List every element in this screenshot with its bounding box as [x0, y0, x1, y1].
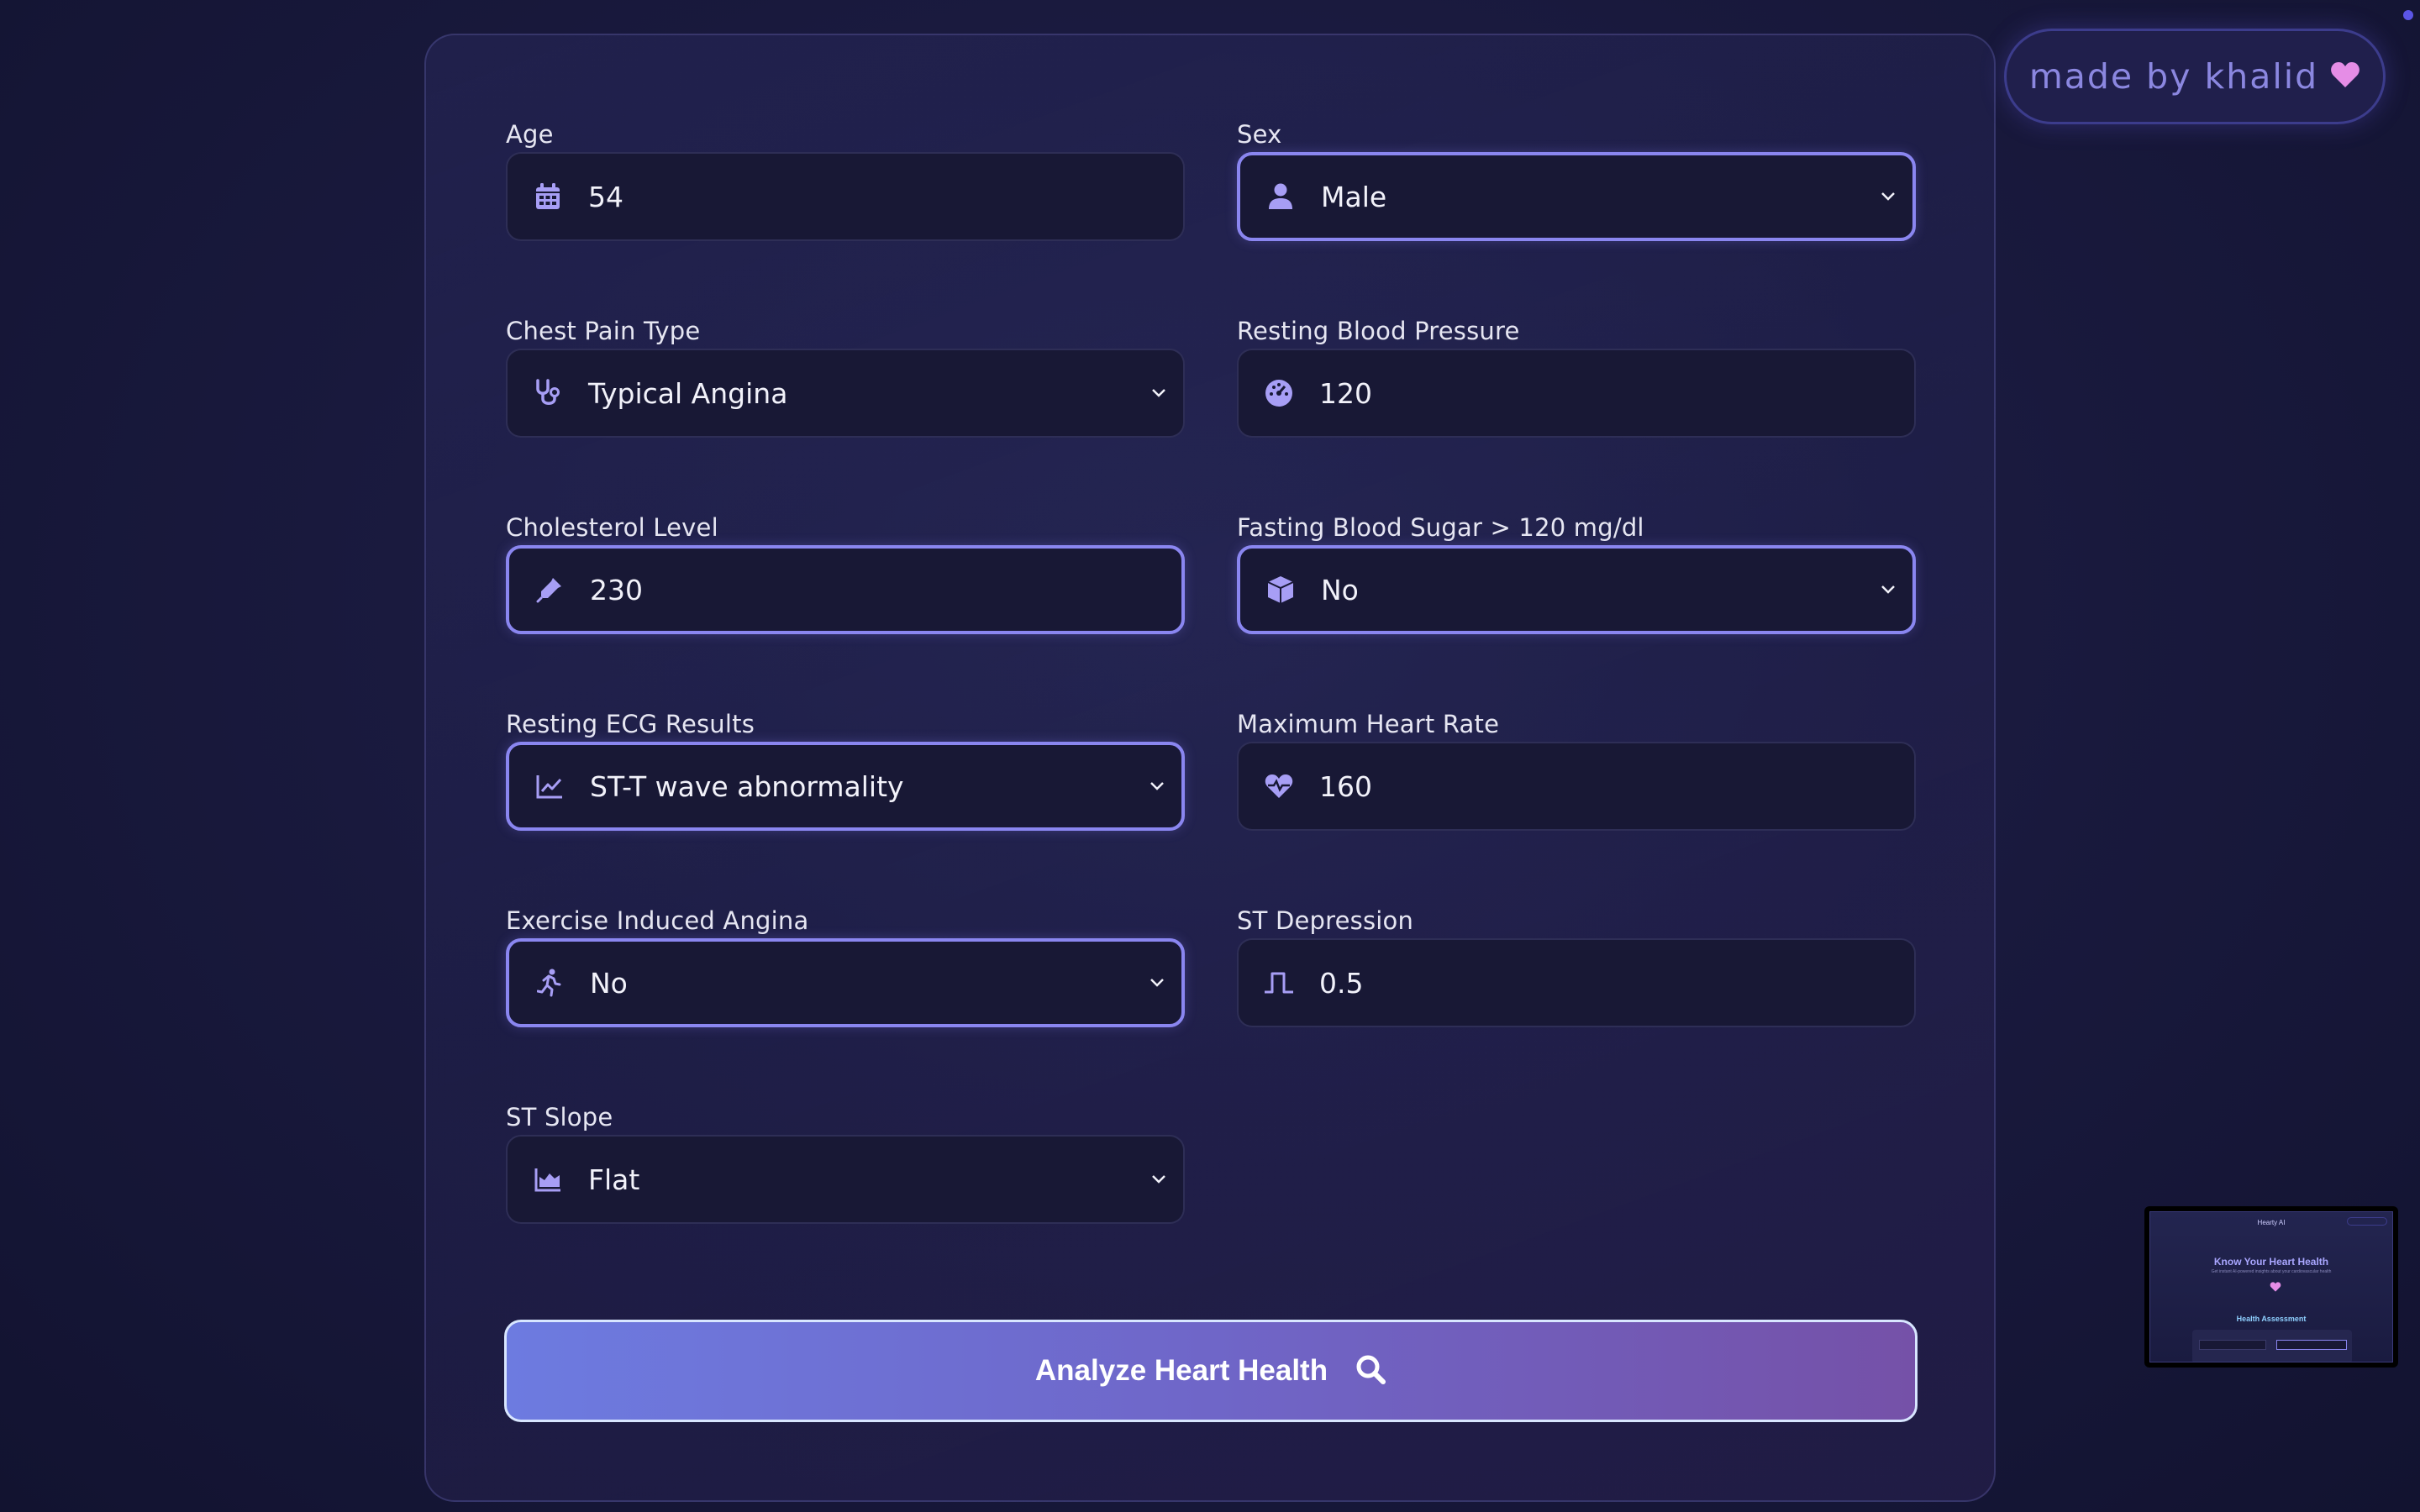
analyze-button-label: Analyze Heart Health [1034, 1354, 1328, 1387]
cholesterol-field: Cholesterol Level 230 [506, 511, 1185, 634]
heart-pulse-icon [1264, 771, 1294, 801]
cholesterol-value: 230 [590, 573, 643, 606]
st-depression-field: ST Depression 0.5 [1237, 904, 1916, 1027]
stethoscope-icon [533, 378, 563, 408]
thumbnail-section-title: Health Assessment [2236, 1315, 2307, 1323]
age-input[interactable]: 54 [506, 152, 1185, 241]
chest-pain-value: Typical Angina [588, 376, 788, 410]
sex-label: Sex [1237, 120, 1282, 149]
ecg-select[interactable]: ST-T wave abnormality [506, 742, 1185, 831]
analyze-button[interactable]: Analyze Heart Health [504, 1320, 1918, 1422]
thumbnail-form [2192, 1330, 2352, 1362]
thumbnail-brand: Hearty AI [2257, 1219, 2286, 1226]
max-heart-rate-value: 160 [1319, 769, 1372, 803]
age-value: 54 [588, 180, 623, 213]
st-depression-value: 0.5 [1319, 966, 1364, 1000]
page-preview-thumbnail[interactable]: Hearty AI Know Your Heart Health Get ins… [2144, 1206, 2398, 1368]
fasting-sugar-field: Fasting Blood Sugar > 120 mg/dl No [1237, 511, 1916, 634]
cholesterol-label: Cholesterol Level [506, 513, 718, 542]
area-chart-icon [533, 1164, 563, 1194]
fasting-sugar-value: No [1321, 573, 1359, 606]
chest-pain-select[interactable]: Typical Angina [506, 349, 1185, 438]
chest-pain-field: Chest Pain Type Typical Angina [506, 314, 1185, 438]
thumbnail-heading: Know Your Heart Health [2213, 1256, 2329, 1268]
blood-pressure-input[interactable]: 120 [1237, 349, 1916, 438]
sex-select[interactable]: Male [1237, 152, 1916, 241]
line-chart-icon [534, 771, 565, 801]
heart-icon [2270, 1281, 2281, 1296]
fasting-sugar-label: Fasting Blood Sugar > 120 mg/dl [1237, 513, 1644, 542]
search-icon [1355, 1353, 1386, 1389]
st-slope-label: ST Slope [506, 1103, 613, 1131]
ecg-value: ST-T wave abnormality [590, 769, 904, 803]
sex-value: Male [1321, 180, 1387, 213]
heart-icon [2330, 61, 2360, 92]
chevron-down-icon [1877, 579, 1899, 601]
st-depression-input[interactable]: 0.5 [1237, 938, 1916, 1027]
exercise-angina-value: No [590, 966, 628, 1000]
blood-pressure-field: Resting Blood Pressure 120 [1237, 314, 1916, 438]
chevron-down-icon [1146, 775, 1168, 797]
age-field: Age 54 [506, 118, 1185, 241]
st-slope-value: Flat [588, 1163, 640, 1196]
thumbnail-subheading: Get instant AI-powered insights about yo… [2211, 1269, 2332, 1274]
st-slope-select[interactable]: Flat [506, 1135, 1185, 1224]
user-icon [1265, 181, 1296, 212]
chevron-down-icon [1148, 1168, 1170, 1190]
thumbnail-screen: Hearty AI Know Your Heart Health Get ins… [2149, 1211, 2393, 1362]
exercise-angina-label: Exercise Induced Angina [506, 906, 809, 935]
max-heart-rate-input[interactable]: 160 [1237, 742, 1916, 831]
blood-pressure-label: Resting Blood Pressure [1237, 317, 1520, 345]
max-heart-rate-label: Maximum Heart Rate [1237, 710, 1500, 738]
chevron-down-icon [1146, 972, 1168, 994]
st-depression-label: ST Depression [1237, 906, 1414, 935]
thumbnail-select [2276, 1340, 2347, 1350]
ecg-label: Resting ECG Results [506, 710, 755, 738]
cube-icon [1265, 575, 1296, 605]
calendar-icon [533, 181, 563, 212]
step-wave-icon [1264, 968, 1294, 998]
ecg-field: Resting ECG Results ST-T wave abnormalit… [506, 707, 1185, 831]
sex-field: Sex Male [1237, 118, 1916, 241]
syringe-icon [534, 575, 565, 605]
badge-text: made by khalid [2028, 56, 2319, 97]
made-by-badge[interactable]: made by khalid [2004, 29, 2386, 124]
st-slope-field: ST Slope Flat [506, 1100, 1185, 1224]
cholesterol-input[interactable]: 230 [506, 545, 1185, 634]
exercise-angina-field: Exercise Induced Angina No [506, 904, 1185, 1027]
chevron-down-icon [1877, 186, 1899, 207]
exercise-angina-select[interactable]: No [506, 938, 1185, 1027]
gauge-icon [1264, 378, 1294, 408]
blood-pressure-value: 120 [1319, 376, 1372, 410]
status-dot [2403, 10, 2413, 20]
chest-pain-label: Chest Pain Type [506, 317, 701, 345]
max-heart-rate-field: Maximum Heart Rate 160 [1237, 707, 1916, 831]
age-label: Age [506, 120, 554, 149]
thumbnail-input [2199, 1340, 2266, 1350]
running-icon [534, 968, 565, 998]
fasting-sugar-select[interactable]: No [1237, 545, 1916, 634]
chevron-down-icon [1148, 382, 1170, 404]
